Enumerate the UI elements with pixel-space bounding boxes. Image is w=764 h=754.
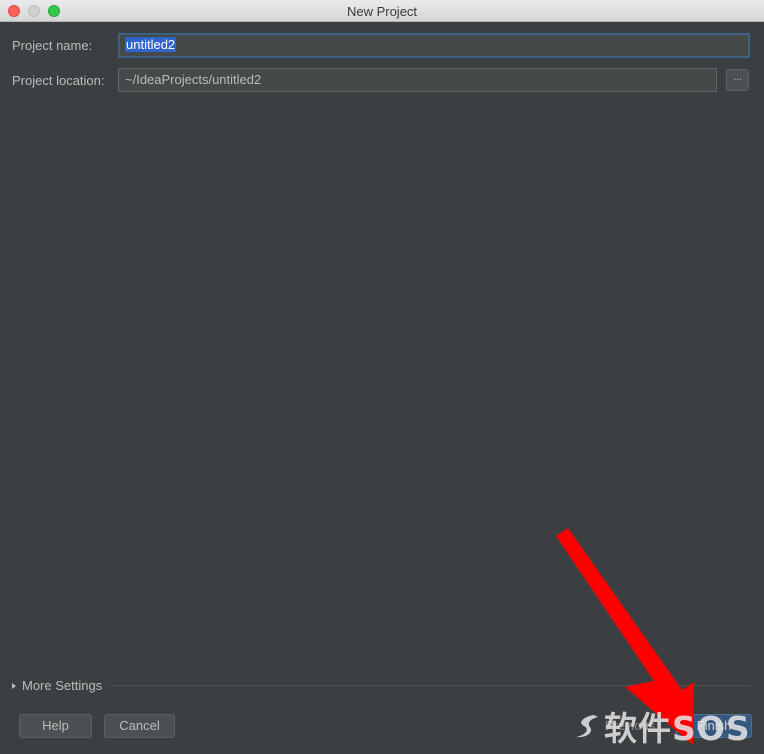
more-settings-toggle[interactable]: More Settings [12,678,102,693]
red-arrow-icon [556,528,694,745]
project-name-value: untitled2 [125,37,177,52]
project-location-label: Project location: [12,73,105,88]
help-button[interactable]: Help [19,714,92,738]
title-bar: New Project [0,0,764,22]
triangle-right-icon [12,682,16,689]
project-name-label: Project name: [12,38,93,53]
project-name-input[interactable]: untitled2 [118,33,750,58]
cancel-button[interactable]: Cancel [104,714,175,738]
watermark: 软件SOS [572,702,751,748]
ellipsis-icon: ... [733,72,742,83]
browse-button[interactable]: ... [726,69,749,91]
watermark-logo-icon [576,715,598,738]
project-location-input[interactable]: ~/IdeaProjects/untitled2 [118,68,717,92]
watermark-text: 软件SOS [604,709,751,748]
more-settings-label: More Settings [22,678,103,693]
separator [110,685,750,686]
window-title: New Project [346,4,418,19]
